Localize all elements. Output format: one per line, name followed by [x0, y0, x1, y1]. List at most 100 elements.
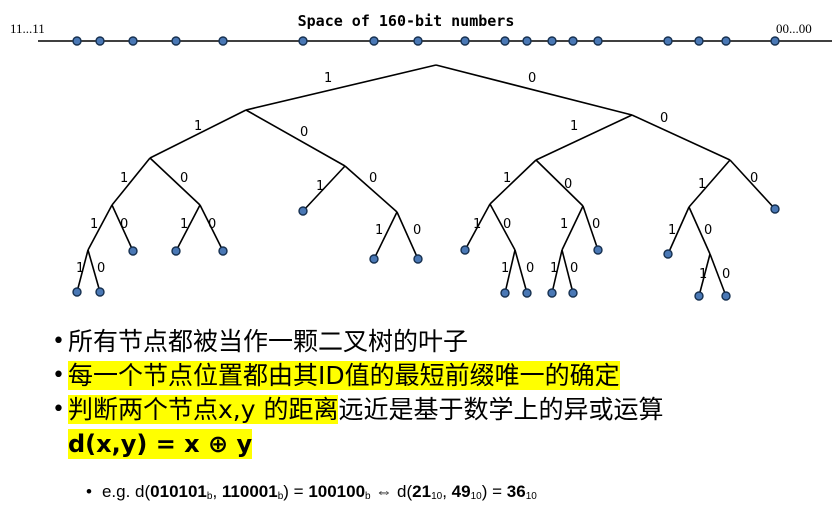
- id-space-title: Space of 160-bit numbers: [298, 12, 515, 30]
- edge-label-one: 1: [570, 119, 578, 134]
- id-space-node: [218, 36, 228, 46]
- edge-label-zero: 0: [570, 261, 578, 276]
- id-space-node: [500, 36, 510, 46]
- edge-label-one: 1: [316, 179, 324, 194]
- edge-label-one: 1: [194, 119, 202, 134]
- leaf-node: [95, 287, 105, 297]
- edge-label-one: 1: [668, 223, 676, 238]
- example-value: 49: [451, 482, 471, 501]
- leaf-node: [721, 291, 731, 301]
- edge-label-one: 1: [120, 171, 128, 186]
- edge-label-one: 1: [698, 177, 706, 192]
- bullet-text: 所有节点都被当作一颗二叉树的叶子: [68, 327, 469, 356]
- id-space-node: [460, 36, 470, 46]
- id-space-node: [663, 36, 673, 46]
- bullet-text: 远近是基于数学上的异或运算: [338, 395, 664, 424]
- leaf-node: [460, 245, 470, 255]
- id-space-node: [95, 36, 105, 46]
- bullet-dot-icon: •: [52, 329, 65, 354]
- xor-distance-formula: d(x,y) = x ⊕ y: [68, 429, 253, 459]
- id-space-node: [593, 36, 603, 46]
- edge-label-zero: 0: [300, 125, 308, 140]
- example-value: 36: [506, 482, 526, 501]
- id-space-node: [522, 36, 532, 46]
- leaf-node: [369, 254, 379, 264]
- example-text: ,: [442, 482, 452, 501]
- edge-label-one: 1: [503, 171, 511, 186]
- example-value: 010101: [150, 482, 207, 501]
- id-space-node: [171, 36, 181, 46]
- id-space-node: [298, 36, 308, 46]
- edge-label-zero: 0: [704, 223, 712, 238]
- edge-label-zero: 0: [180, 171, 188, 186]
- bullet-text-highlighted: 判断两个节点x,y 的距离: [68, 395, 339, 424]
- example-text: ⇔ d(: [370, 482, 413, 501]
- id-space-node: [770, 36, 780, 46]
- edge-label-one: 1: [76, 261, 84, 276]
- edge-label-one: 1: [560, 217, 568, 232]
- id-space-node: [694, 36, 704, 46]
- edge-label-one: 1: [375, 223, 383, 238]
- edge-label-zero: 0: [564, 177, 572, 192]
- leaf-node: [522, 288, 532, 298]
- leaf-node: [298, 206, 308, 216]
- edge-label-one: 1: [180, 217, 188, 232]
- example-text: ) =: [481, 482, 507, 501]
- edge-label-one: 1: [324, 71, 332, 86]
- bullet-text-highlighted: 每一个节点位置都由其ID值的最短前缀唯一的确定: [68, 361, 620, 390]
- bullet-item: • 每一个节点位置都由其ID值的最短前缀唯一的确定: [52, 359, 832, 393]
- id-space-node: [369, 36, 379, 46]
- id-space-node: [72, 36, 82, 46]
- id-space-left-end: 11...11: [10, 21, 45, 36]
- edge-label-zero: 0: [413, 223, 421, 238]
- tree-leaves: [72, 204, 780, 301]
- leaf-node: [694, 291, 704, 301]
- id-space-right-end: 00...00: [776, 21, 812, 36]
- example-value: 21: [412, 482, 432, 501]
- edge-label-one: 1: [90, 217, 98, 232]
- edge-label-zero: 0: [660, 111, 668, 126]
- leaf-node: [568, 288, 578, 298]
- example-subscript: 10: [525, 491, 537, 502]
- bullet-item: • 判断两个节点x,y 的距离远近是基于数学上的异或运算 d(x,y) = x ⊕…: [52, 393, 832, 461]
- leaf-node: [593, 245, 603, 255]
- edge-label-zero: 0: [750, 171, 758, 186]
- edge-label-zero: 0: [528, 71, 536, 86]
- leaf-node: [171, 246, 181, 256]
- leaf-node: [72, 287, 82, 297]
- leaf-node: [547, 288, 557, 298]
- edge-label-zero: 0: [97, 261, 105, 276]
- bullet-list: • 所有节点都被当作一颗二叉树的叶子 • 每一个节点位置都由其ID值的最短前缀唯一的…: [52, 325, 832, 461]
- example-value: 100100: [308, 482, 366, 501]
- id-space-node: [568, 36, 578, 46]
- edge-label-one: 1: [501, 261, 509, 276]
- edge-label-zero: 0: [722, 267, 730, 282]
- leaf-node: [500, 288, 510, 298]
- leaf-node: [770, 204, 780, 214]
- example-text: ) =: [283, 482, 309, 501]
- id-space-node: [128, 36, 138, 46]
- leaf-node: [128, 246, 138, 256]
- edge-label-zero: 0: [208, 217, 216, 232]
- id-space-node: [413, 36, 423, 46]
- edge-label-zero: 0: [503, 217, 511, 232]
- id-space-node: [721, 36, 731, 46]
- bullet-item: • 所有节点都被当作一颗二叉树的叶子: [52, 325, 832, 359]
- example-text: e.g. d(: [101, 482, 151, 501]
- sub-bullet-dot-icon: •: [86, 482, 92, 501]
- edge-label-zero: 0: [592, 217, 600, 232]
- binary-tree-diagram: Space of 160-bit numbers 11...11 00...00: [10, 12, 832, 301]
- edge-label-zero: 0: [369, 171, 377, 186]
- example-subscript: 10: [431, 491, 443, 502]
- example-line: • e.g. d(010101b, 110001b) = 100100b ⇔ d(…: [86, 480, 537, 509]
- leaf-node: [413, 254, 423, 264]
- bullet-dot-icon: •: [52, 363, 65, 388]
- example-subscript: 10: [470, 491, 482, 502]
- edge-label-one: 1: [699, 267, 707, 282]
- example-value: 110001: [221, 482, 278, 501]
- edge-label-one: 1: [473, 217, 481, 232]
- edge-label-zero: 0: [120, 217, 128, 232]
- edge-label-zero: 0: [526, 261, 534, 276]
- edge-label-one: 1: [550, 261, 558, 276]
- id-space-node: [547, 36, 557, 46]
